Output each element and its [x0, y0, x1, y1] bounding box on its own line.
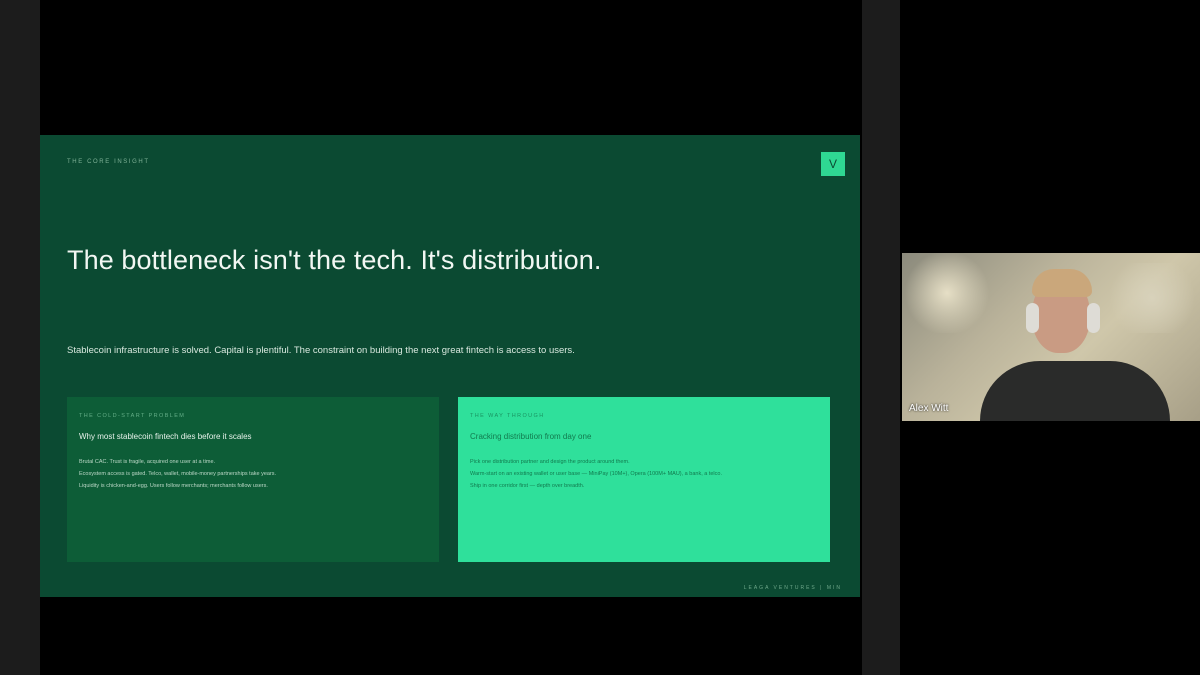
list-item: Pick one distribution partner and design…: [470, 459, 630, 465]
participant-video-tile[interactable]: Alex Witt: [902, 253, 1200, 421]
card-title: Cracking distribution from day one: [470, 432, 592, 441]
cold-start-card: THE COLD-START PROBLEM Why most stableco…: [67, 397, 439, 562]
list-item: Brutal CAC. Trust is fragile, acquired o…: [79, 459, 216, 465]
participant-body: [980, 361, 1170, 421]
headphones-icon: [1087, 303, 1100, 333]
middle-gutter: [862, 0, 900, 675]
participant-name: Alex Witt: [909, 403, 949, 414]
list-item: Liquidity is chicken-and-egg. Users foll…: [79, 483, 268, 489]
way-through-card: THE WAY THROUGH Cracking distribution fr…: [458, 397, 830, 562]
card-list: Pick one distribution partner and design…: [470, 456, 818, 492]
list-item: Warm-start on an existing wallet or user…: [470, 471, 722, 477]
left-gutter: [0, 0, 40, 675]
card-kicker: THE WAY THROUGH: [470, 413, 545, 419]
card-kicker: THE COLD-START PROBLEM: [79, 413, 186, 419]
background-light: [1102, 263, 1200, 333]
list-item: Ship in one corridor first — depth over …: [470, 483, 585, 489]
shared-slide: THE CORE INSIGHT V The bottleneck isn't …: [40, 135, 860, 597]
meeting-stage: THE CORE INSIGHT V The bottleneck isn't …: [0, 0, 1200, 675]
slide-headline: The bottleneck isn't the tech. It's dist…: [67, 245, 602, 275]
slide-subline: Stablecoin infrastructure is solved. Cap…: [67, 345, 575, 356]
card-title: Why most stablecoin fintech dies before …: [79, 432, 252, 441]
brand-logo-icon: V: [821, 152, 845, 176]
headphones-icon: [1026, 303, 1039, 333]
background-light: [902, 253, 992, 333]
slide-footer: LEAGA VENTURES | MIN: [743, 585, 842, 591]
list-item: Ecosystem access is gated. Telco, wallet…: [79, 471, 277, 477]
card-list: Brutal CAC. Trust is fragile, acquired o…: [79, 456, 427, 492]
slide-eyebrow: THE CORE INSIGHT: [67, 159, 150, 165]
participant-hair: [1032, 269, 1092, 297]
